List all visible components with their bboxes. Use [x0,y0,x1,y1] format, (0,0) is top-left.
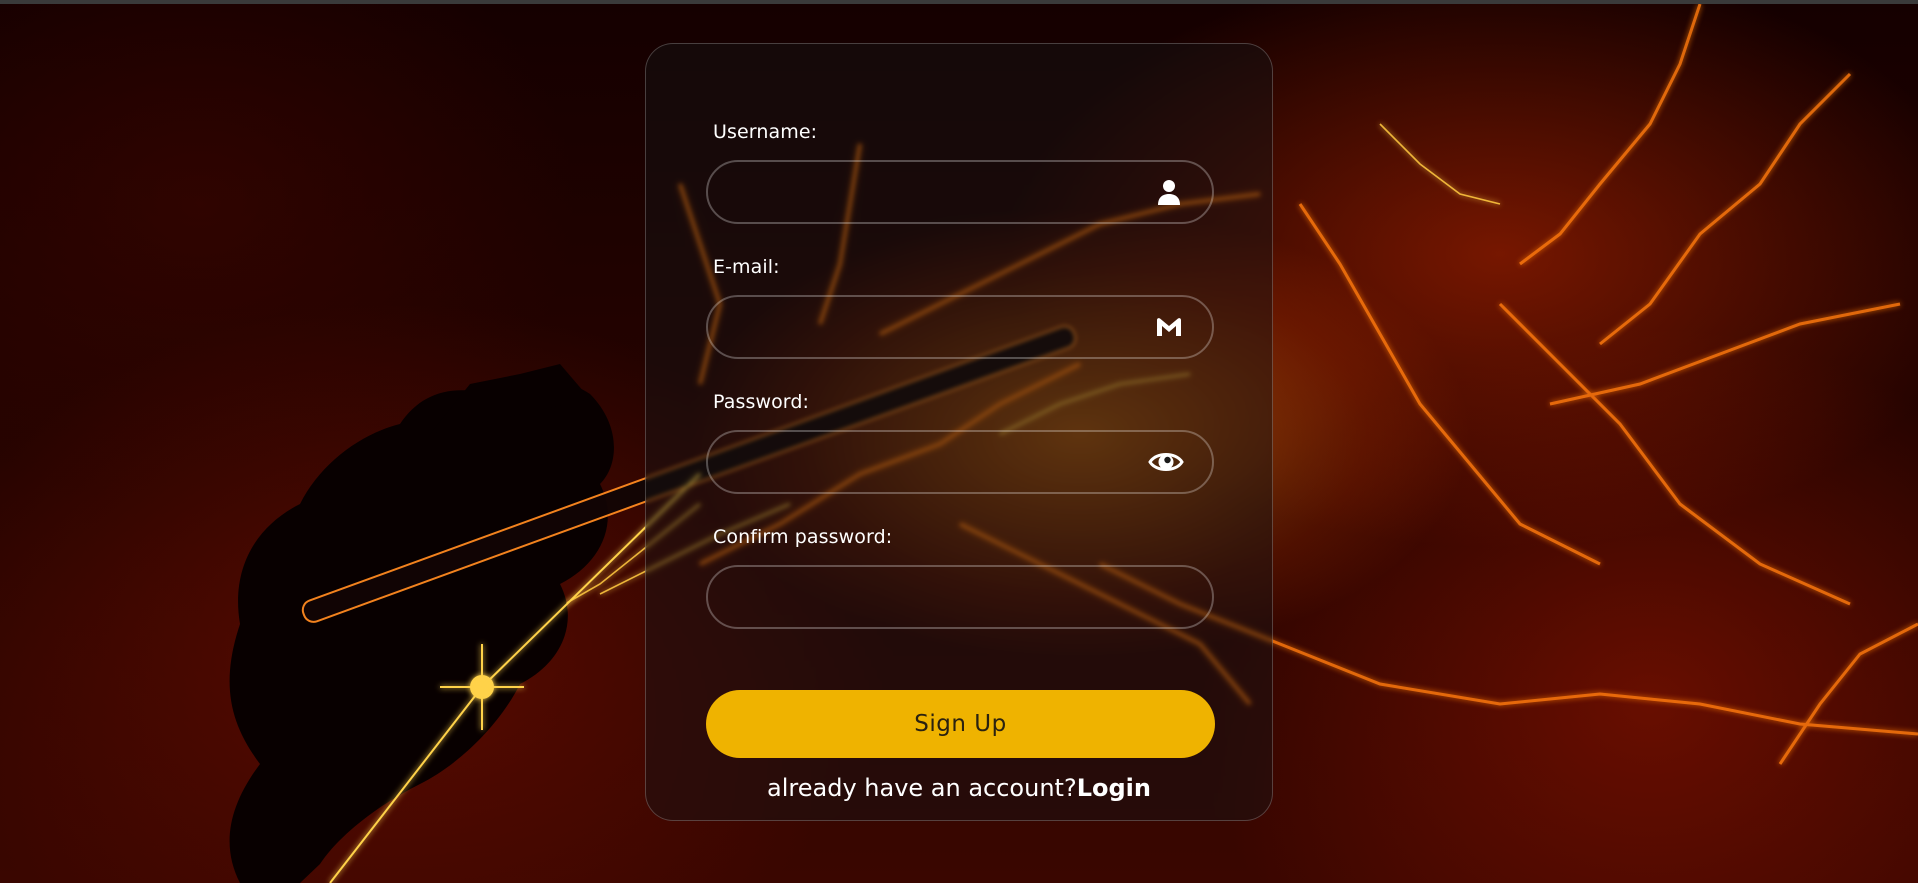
login-prompt-text: already have an account? [767,774,1077,802]
signup-card: Username: E-mail: Password: Confirm pass… [645,43,1273,821]
email-field-wrapper [706,295,1214,359]
login-link[interactable]: Login [1077,774,1151,802]
confirm-password-input[interactable] [730,567,1134,629]
username-input[interactable] [730,162,1134,224]
password-field-wrapper [706,430,1214,494]
mail-icon [1154,312,1184,342]
email-label: E-mail: [713,256,780,278]
email-input[interactable] [730,297,1134,359]
password-input[interactable] [730,432,1134,494]
user-icon [1154,177,1184,207]
password-label: Password: [713,391,810,413]
eye-icon[interactable] [1148,447,1184,477]
login-prompt: already have an account?Login [646,774,1272,802]
username-field-wrapper [706,160,1214,224]
username-label: Username: [713,121,818,143]
confirm-password-label: Confirm password: [713,526,893,548]
signup-button[interactable]: Sign Up [706,690,1215,758]
confirm-password-field-wrapper [706,565,1214,629]
